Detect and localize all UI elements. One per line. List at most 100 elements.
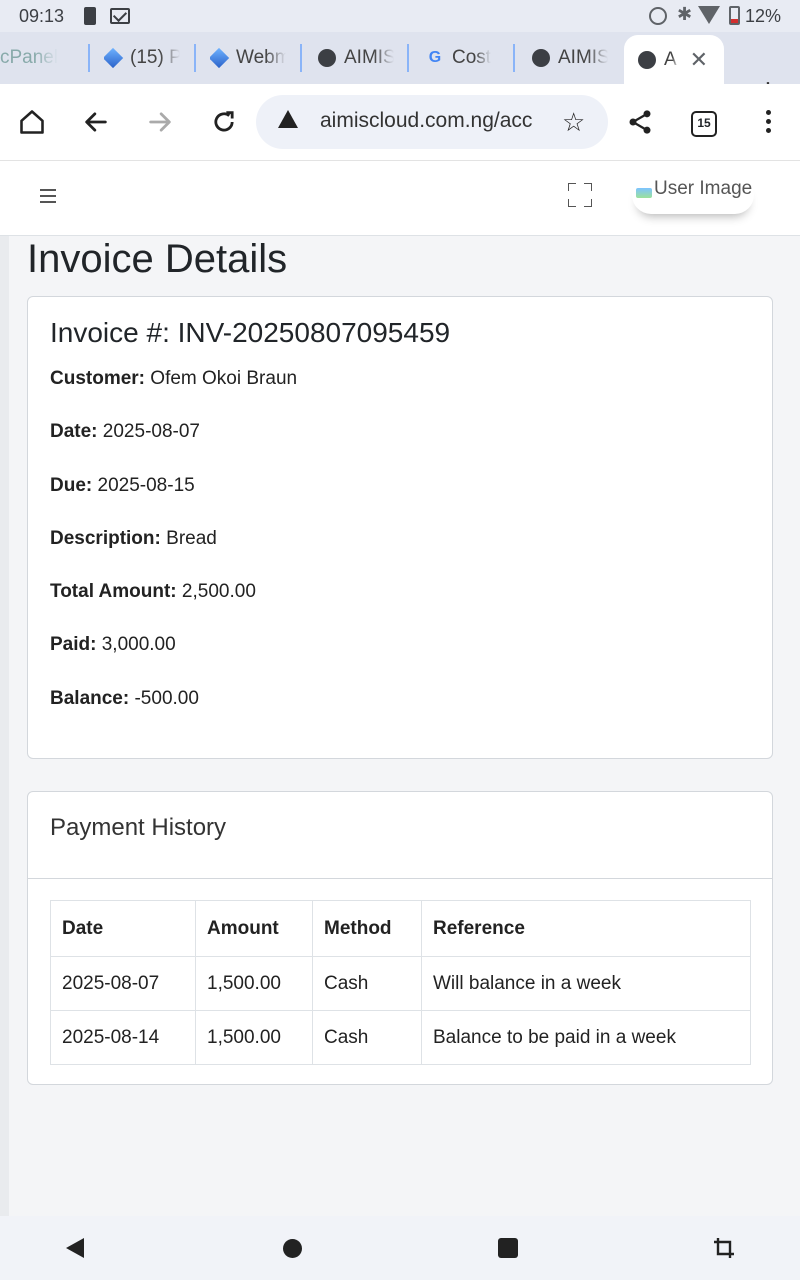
tab-cpanel[interactable]: cPanel xyxy=(0,42,72,74)
payment-history-title: Payment History xyxy=(28,792,772,879)
cell-amount: 1,500.00 xyxy=(195,1010,313,1065)
tab-label: AIM xyxy=(664,48,678,70)
share-icon[interactable] xyxy=(624,106,656,138)
tab-separator xyxy=(513,44,515,72)
cell-date: 2025-08-14 xyxy=(50,1010,196,1065)
globe-icon xyxy=(532,49,550,67)
tab-facebook[interactable]: (15) P xyxy=(104,42,180,74)
wifi-icon xyxy=(698,6,720,24)
globe-icon xyxy=(638,50,656,69)
column-header-reference: Reference xyxy=(421,900,751,957)
field-customer: Customer: Ofem Okoi Braun xyxy=(50,368,297,390)
cell-reference: Will balance in a week xyxy=(421,956,751,1011)
google-icon: G xyxy=(428,49,442,66)
payment-history-table: Date Amount Method Reference 2025-08-07 … xyxy=(50,900,751,1065)
column-header-amount: Amount xyxy=(195,900,313,957)
tab-strip: cPanel (15) P Webm AIMIS G Cost AIMIS AI… xyxy=(0,32,800,108)
user-avatar[interactable]: User Image xyxy=(632,176,754,214)
bluetooth-icon: ✱ xyxy=(677,4,693,24)
tab-separator xyxy=(407,44,409,72)
column-header-date: Date xyxy=(50,900,196,957)
field-balance: Balance: -500.00 xyxy=(50,688,199,710)
field-label: Balance: xyxy=(50,688,130,709)
not-secure-warning-icon[interactable] xyxy=(278,110,298,128)
field-due: Due: 2025-08-15 xyxy=(50,475,195,497)
url-text[interactable]: aimiscloud.com.ng/acc xyxy=(320,109,532,133)
back-arrow-icon[interactable] xyxy=(80,106,112,138)
hamburger-menu-icon[interactable] xyxy=(40,189,56,207)
tab-label: cPanel xyxy=(0,47,59,68)
field-description: Description: Bread xyxy=(50,528,217,550)
invoice-number-heading: Invoice #: INV-20250807095459 xyxy=(50,317,451,348)
table-row: 2025-08-14 1,500.00 Cash Balance to be p… xyxy=(50,1010,751,1065)
field-label: Total Amount: xyxy=(50,581,177,602)
app-header: User Image xyxy=(0,161,800,236)
cell-method: Cash xyxy=(312,1010,422,1065)
cell-date: 2025-08-07 xyxy=(50,956,196,1011)
home-icon[interactable] xyxy=(16,106,48,138)
status-bar: 09:13 ✱ 12% xyxy=(0,0,800,32)
field-value: -500.00 xyxy=(134,688,199,709)
cube-icon xyxy=(210,47,230,69)
column-header-method: Method xyxy=(312,900,422,957)
tab-separator xyxy=(88,44,90,72)
forward-arrow-icon[interactable] xyxy=(144,106,176,138)
tab-aimis-1[interactable]: AIMIS xyxy=(318,42,394,74)
gmail-icon xyxy=(110,8,130,24)
globe-icon xyxy=(318,49,336,67)
field-value: 2025-08-07 xyxy=(102,421,200,442)
cell-method: Cash xyxy=(312,956,422,1011)
browser-toolbar: aimiscloud.com.ng/acc ☆ 15 xyxy=(0,84,800,161)
address-bar[interactable]: aimiscloud.com.ng/acc ☆ xyxy=(256,95,608,149)
rotate-screen-icon[interactable] xyxy=(712,1236,736,1260)
field-paid: Paid: 3,000.00 xyxy=(50,634,176,656)
tab-separator xyxy=(194,44,196,72)
page-title: Invoice Details xyxy=(27,237,288,281)
sidebar-edge xyxy=(0,236,9,1216)
field-value: Bread xyxy=(166,528,217,549)
field-label: Description: xyxy=(50,528,161,549)
nav-back-icon[interactable] xyxy=(66,1238,84,1258)
battery-saver-icon xyxy=(84,7,96,25)
tab-label: Webm xyxy=(236,47,286,68)
field-total-amount: Total Amount: 2,500.00 xyxy=(50,581,256,603)
nav-home-icon[interactable] xyxy=(283,1239,302,1258)
field-label: Due: xyxy=(50,475,93,496)
field-label: Customer: xyxy=(50,368,146,389)
payment-history-card: Payment History Date Amount Method Refer… xyxy=(27,791,773,1085)
reload-icon[interactable] xyxy=(208,106,240,138)
field-value: 2,500.00 xyxy=(181,581,256,602)
cube-icon xyxy=(104,47,124,69)
field-value: 3,000.00 xyxy=(101,634,176,655)
tab-label: (15) P xyxy=(130,47,180,68)
nav-recents-icon[interactable] xyxy=(498,1238,518,1258)
close-icon[interactable]: ✕ xyxy=(690,47,708,73)
battery-icon xyxy=(729,6,740,25)
system-nav-bar xyxy=(0,1216,800,1280)
battery-percent: 12% xyxy=(745,6,782,26)
more-options-icon[interactable] xyxy=(760,110,776,137)
status-time: 09:13 xyxy=(19,6,65,26)
field-label: Paid: xyxy=(50,634,97,655)
field-value: 2025-08-15 xyxy=(97,475,195,496)
field-label: Date: xyxy=(50,421,98,442)
tab-label: Cost xyxy=(452,47,492,68)
tab-webm[interactable]: Webm xyxy=(210,42,286,74)
fullscreen-icon[interactable] xyxy=(568,183,592,207)
tab-separator xyxy=(300,44,302,72)
tab-aimis-active[interactable]: AIM ✕ xyxy=(624,35,724,84)
invoice-card: Invoice #: INV-20250807095459 Customer: … xyxy=(27,296,773,759)
table-header-row: Date Amount Method Reference xyxy=(50,900,751,957)
table-row: 2025-08-07 1,500.00 Cash Will balance in… xyxy=(50,956,751,1011)
star-icon[interactable]: ☆ xyxy=(562,107,585,138)
cell-amount: 1,500.00 xyxy=(195,956,313,1011)
tab-label: AIMIS xyxy=(344,47,394,68)
cell-reference: Balance to be paid in a week xyxy=(421,1010,751,1065)
tab-label: AIMIS xyxy=(558,47,608,68)
field-date: Date: 2025-08-07 xyxy=(50,421,200,443)
alarm-icon xyxy=(649,7,667,25)
tab-google-cost[interactable]: G Cost xyxy=(426,42,502,74)
tab-aimis-2[interactable]: AIMIS xyxy=(532,42,608,74)
tab-switcher-button[interactable]: 15 xyxy=(691,111,717,137)
field-value: Ofem Okoi Braun xyxy=(150,368,298,389)
